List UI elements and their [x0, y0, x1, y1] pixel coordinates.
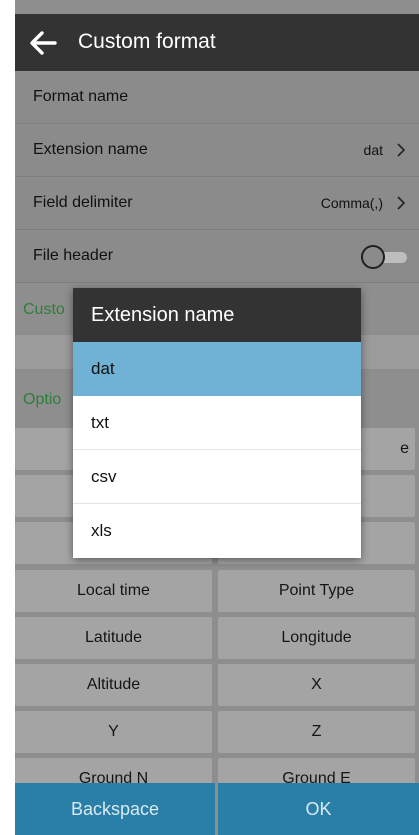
- optional-field-partial-label: e: [400, 440, 409, 457]
- field-delimiter-row[interactable]: Field delimiter Comma(,): [15, 178, 419, 230]
- bottom-action-bar: Backspace OK: [15, 783, 419, 835]
- custom-section-label: Custo: [23, 301, 65, 318]
- field-delimiter-label: Field delimiter: [33, 194, 133, 211]
- extension-name-label: Extension name: [33, 141, 148, 158]
- option-xls[interactable]: xls: [73, 504, 361, 558]
- option-dat[interactable]: dat: [73, 342, 361, 396]
- field-x[interactable]: X: [218, 664, 415, 706]
- field-local-time[interactable]: Local time: [15, 570, 212, 612]
- field-z[interactable]: Z: [218, 711, 415, 753]
- option-txt[interactable]: txt: [73, 396, 361, 450]
- extension-name-row[interactable]: Extension name dat: [15, 125, 419, 177]
- field-point-type[interactable]: Point Type: [218, 570, 415, 612]
- extension-name-value: dat: [363, 142, 383, 158]
- top-app-bar: Custom format: [15, 14, 419, 71]
- page-title: Custom format: [78, 30, 216, 53]
- chevron-right-icon: [397, 143, 406, 157]
- optional-section-label: Optio: [23, 391, 62, 408]
- field-delimiter-value: Comma(,): [320, 195, 383, 211]
- option-csv[interactable]: csv: [73, 450, 361, 504]
- field-longitude[interactable]: Longitude: [218, 617, 415, 659]
- backspace-button[interactable]: Backspace: [15, 783, 215, 835]
- field-altitude[interactable]: Altitude: [15, 664, 212, 706]
- dialog-title: Extension name: [73, 288, 361, 342]
- toggle-knob: [361, 245, 385, 269]
- ok-button[interactable]: OK: [218, 783, 419, 835]
- file-header-toggle[interactable]: [361, 245, 407, 269]
- format-name-row[interactable]: Format name: [15, 72, 419, 124]
- format-name-label: Format name: [33, 88, 129, 105]
- file-header-label: File header: [33, 247, 114, 264]
- field-latitude[interactable]: Latitude: [15, 617, 212, 659]
- chevron-right-icon: [397, 196, 406, 210]
- extension-name-dialog: Extension name dat txt csv xls: [73, 288, 361, 558]
- back-arrow-icon[interactable]: [27, 27, 59, 59]
- file-header-row: File header: [15, 231, 419, 283]
- field-y[interactable]: Y: [15, 711, 212, 753]
